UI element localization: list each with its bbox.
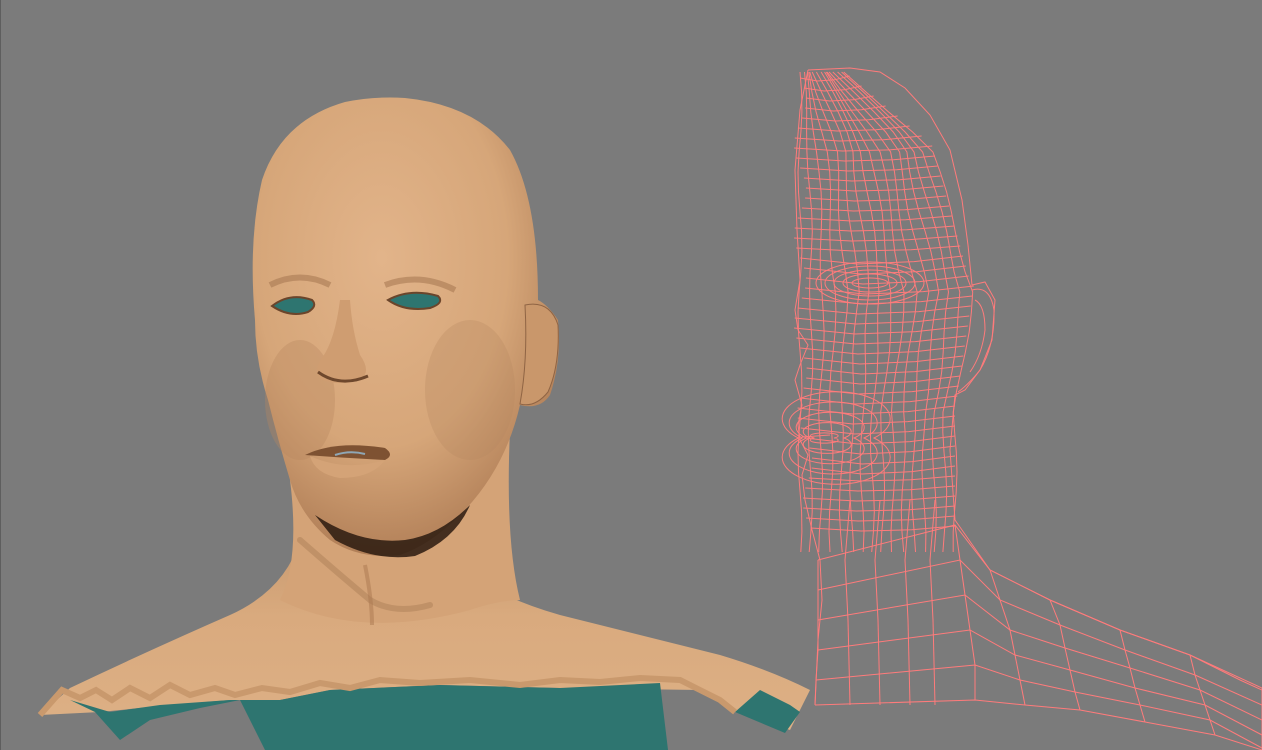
wireframe-eye-loop (815, 261, 925, 305)
wireframe-shoulder-col (954, 524, 976, 700)
wireframe-shoulder-col (989, 569, 1026, 706)
wireframe-edge-loop (806, 515, 956, 522)
wireframe-shoulder-row (817, 559, 1262, 706)
wireframe-neck-strip (904, 499, 911, 706)
3d-viewport[interactable] (0, 0, 1262, 750)
wireframe-edge-loop (805, 195, 947, 202)
wireframe-head-model[interactable] (0, 0, 1262, 750)
wireframe-edge-loop (797, 215, 952, 222)
wireframe-mouth-loop (802, 422, 852, 454)
wireframe-edge-loop (805, 275, 969, 285)
wireframe-ear (957, 288, 995, 393)
wireframe-shoulder-col (1119, 629, 1146, 723)
wireframe-edge-loop (802, 495, 956, 502)
wireframe-edge-loop (803, 385, 959, 395)
wireframe-edge-loop (804, 355, 964, 365)
wireframe-edge-loop (800, 345, 965, 355)
wireframe-shoulder-row (817, 524, 1262, 689)
wireframe-edge-strip (797, 71, 803, 553)
wireframe-edge-loop (794, 325, 968, 335)
wireframe-edge-loop (794, 315, 970, 325)
wireframe-edge-loop (808, 475, 956, 482)
wireframe-edge-loop (796, 335, 967, 345)
wireframe-edge-loop (797, 125, 910, 132)
wireframe-edge-loop (806, 365, 962, 375)
wireframe-ear-inner (969, 299, 986, 373)
wireframe-edge-loop (805, 485, 956, 492)
wireframe-shoulder-col (1049, 599, 1081, 711)
wireframe-shoulder-row (814, 699, 1262, 750)
wireframe-edge-loop (806, 375, 961, 385)
wireframe-edge-loop (801, 205, 950, 212)
wireframe-shoulder-row (817, 629, 1262, 736)
